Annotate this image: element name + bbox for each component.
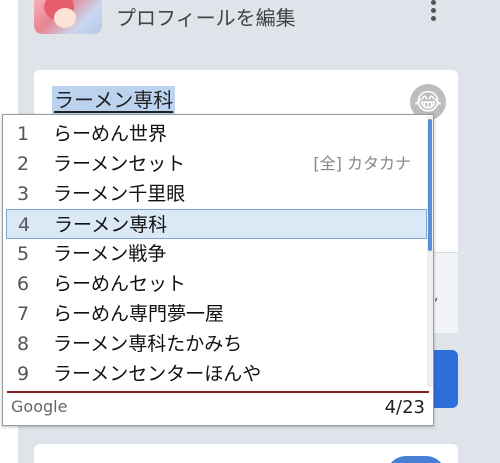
ime-candidate-word: ラーメン千里眼 (53, 183, 186, 205)
post-button[interactable] (432, 350, 458, 408)
ime-candidate-row[interactable]: 6 らーめんセット (3, 269, 429, 299)
ime-candidate-word: らーめん専門夢一屋 (53, 303, 225, 325)
ime-candidate-word: ラーメン戦争 (53, 243, 167, 265)
ime-candidate-annotation: [全] カタカナ (313, 154, 411, 173)
ime-candidate-word: ラーメンセット (53, 153, 186, 175)
ime-candidate-row[interactable]: 4 ラーメン専科 (6, 209, 427, 239)
ime-footer-divider (7, 391, 429, 393)
ime-candidate-number: 7 (17, 303, 30, 325)
avatar[interactable] (34, 0, 102, 34)
ime-candidate-row[interactable]: 9 ラーメンセンターほんや (3, 359, 429, 389)
ime-candidate-number: 2 (17, 153, 30, 175)
ime-scrollbar-thumb[interactable] (428, 119, 432, 251)
ime-candidate-number: 9 (17, 363, 30, 385)
ime-candidate-row[interactable]: 5 ラーメン戦争 (3, 239, 429, 269)
ime-candidate-number: 6 (17, 273, 30, 295)
ime-candidate-row[interactable]: 7 らーめん専門夢一屋 (3, 299, 429, 329)
ime-candidate-word: らーめんセット (53, 273, 187, 295)
ime-candidate-word: ラーメンセンターほんや (53, 363, 262, 385)
ime-candidate-window: 1 らーめん世界 2 ラーメンセット [全] カタカナ 3 ラーメン千里眼 4 ラーメン専科 5 ラ… (2, 114, 434, 426)
ime-candidate-number: 1 (17, 123, 30, 145)
ime-candidate-word: らーめん世界 (53, 123, 168, 145)
edit-profile-link[interactable]: プロフィールを編集 (116, 2, 296, 31)
ime-brand-label: Google (11, 397, 68, 416)
ime-candidate-word: ラーメン専科たかみち (53, 333, 243, 355)
ime-candidate-number: 5 (17, 243, 30, 265)
ime-candidate-word: ラーメン専科 (54, 214, 168, 236)
ime-candidate-number: 3 (17, 183, 30, 205)
ime-candidate-row[interactable]: 1 らーめん世界 (3, 119, 429, 149)
ime-candidate-number: 4 (18, 214, 31, 236)
ime-candidate-number: 8 (17, 333, 30, 355)
ime-candidate-list: 1 らーめん世界 2 ラーメンセット [全] カタカナ 3 ラーメン千里眼 4 ラーメン専科 5 ラ… (3, 119, 429, 389)
chevron-icon[interactable]: , (434, 288, 438, 304)
composer-input-text[interactable]: ラーメン専科 (52, 86, 176, 114)
ime-candidate-count: 4/23 (384, 397, 425, 418)
screen: プロフィールを編集 ラーメン専科 😂 , 1 らーめん世界 2 ラーメンセット [全] … (0, 0, 500, 463)
ime-candidate-row[interactable]: 8 ラーメン専科たかみち (3, 329, 429, 359)
more-vert-icon[interactable] (426, 0, 440, 22)
ime-candidate-row[interactable]: 2 ラーメンセット [全] カタカナ (3, 149, 429, 179)
avatar-face (54, 8, 76, 28)
ime-candidate-row[interactable]: 3 ラーメン千里眼 (3, 179, 429, 209)
